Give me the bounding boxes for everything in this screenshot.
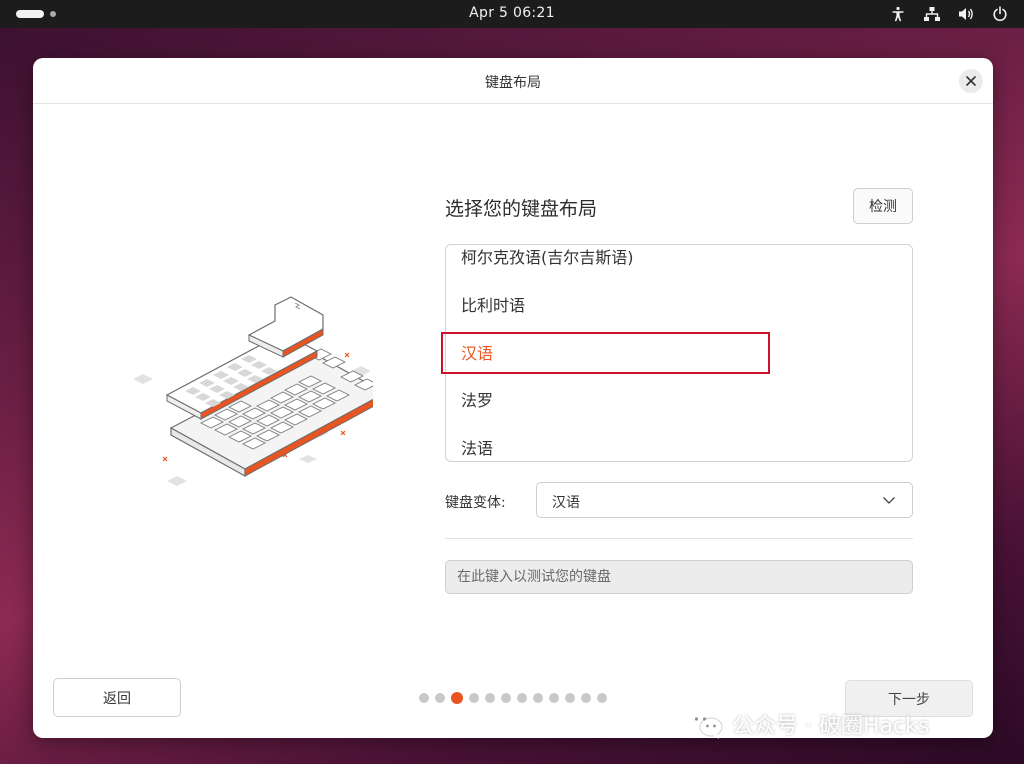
list-item-belgian[interactable]: 比利时语 bbox=[446, 283, 912, 329]
clock[interactable]: Apr 5 06:21 bbox=[469, 5, 555, 21]
close-icon bbox=[966, 76, 976, 86]
progress-dot bbox=[517, 693, 527, 703]
keyboard-illustration bbox=[133, 296, 373, 486]
list-item-french[interactable]: 法语 bbox=[446, 426, 912, 461]
watermark-text: 公众号 · 破圈Hacks bbox=[732, 714, 930, 739]
chevron-down-icon bbox=[883, 497, 895, 504]
page-heading: 选择您的键盘布局 bbox=[445, 198, 598, 220]
progress-dot bbox=[501, 693, 511, 703]
volume-icon[interactable] bbox=[956, 4, 976, 24]
progress-dot bbox=[469, 693, 479, 703]
workspace-indicator bbox=[50, 11, 56, 17]
dialog-title: 键盘布局 bbox=[485, 75, 541, 91]
variant-label: 键盘变体: bbox=[445, 495, 506, 511]
top-bar: Apr 5 06:21 bbox=[0, 0, 1024, 28]
progress-dot bbox=[581, 693, 591, 703]
list-item-faroese[interactable]: 法罗 bbox=[446, 378, 912, 424]
keyboard-layout-dialog: 键盘布局 选择您的键盘布局 检测 柯尔克孜语(吉尔吉斯语) 比利时语 汉语 法罗… bbox=[33, 58, 993, 738]
progress-dot bbox=[549, 693, 559, 703]
progress-dots bbox=[419, 692, 607, 704]
wechat-icon bbox=[688, 710, 723, 739]
keyboard-test-input[interactable] bbox=[445, 560, 913, 594]
detect-button[interactable]: 检测 bbox=[853, 188, 913, 224]
variant-selected-value: 汉语 bbox=[552, 495, 580, 511]
power-icon[interactable] bbox=[990, 4, 1010, 24]
list-item-kyrgyz[interactable]: 柯尔克孜语(吉尔吉斯语) bbox=[446, 245, 912, 281]
variant-dropdown[interactable]: 汉语 bbox=[536, 482, 913, 518]
progress-dot bbox=[597, 693, 607, 703]
back-button[interactable]: 返回 bbox=[53, 678, 181, 717]
keyboard-layout-list[interactable]: 柯尔克孜语(吉尔吉斯语) 比利时语 汉语 法罗 法语 bbox=[445, 244, 913, 462]
system-tray[interactable] bbox=[888, 4, 1010, 24]
activities-button[interactable] bbox=[16, 10, 56, 18]
progress-dot bbox=[565, 693, 575, 703]
dialog-header: 键盘布局 bbox=[33, 58, 993, 104]
accessibility-icon[interactable] bbox=[888, 4, 908, 24]
watermark: 公众号 · 破圈Hacks bbox=[686, 704, 996, 744]
progress-dot-current bbox=[451, 692, 463, 704]
progress-dot bbox=[533, 693, 543, 703]
list-item-chinese[interactable]: 汉语 bbox=[446, 331, 912, 377]
progress-dot bbox=[419, 693, 429, 703]
network-icon[interactable] bbox=[922, 4, 942, 24]
progress-dot bbox=[485, 693, 495, 703]
progress-dot bbox=[435, 693, 445, 703]
close-button[interactable] bbox=[959, 69, 983, 93]
divider bbox=[445, 538, 913, 539]
workspace-indicator-active bbox=[16, 10, 44, 18]
